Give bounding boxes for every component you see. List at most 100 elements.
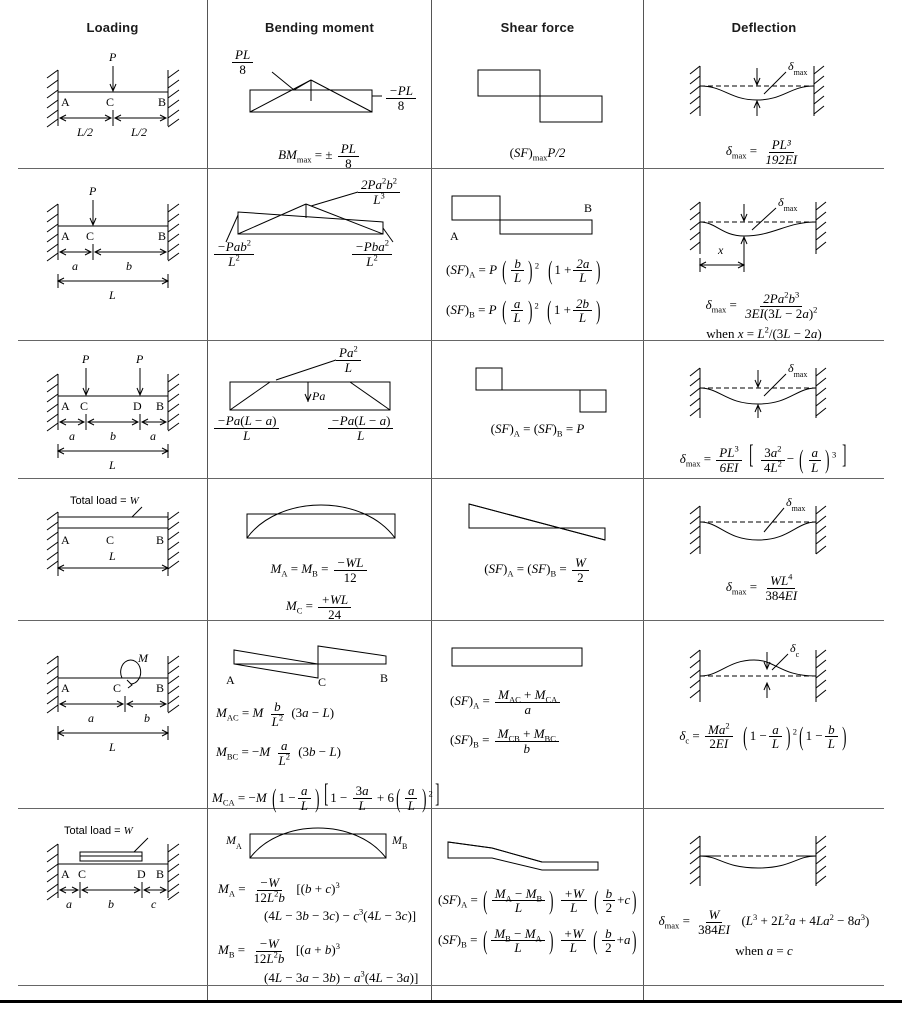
bending-moment-diagram-4 xyxy=(246,504,395,539)
fixed-support-left xyxy=(689,201,701,254)
row-2-bending-moment: 2Pa2b2 L3 −Pab2 L2 −Pba2 L2 xyxy=(208,176,431,268)
column-header-bending-moment: Bending moment xyxy=(265,20,374,35)
deflected-shape xyxy=(699,85,815,101)
dim-label-L: L xyxy=(108,288,116,302)
sf-caption-3: (SF)A = (SF)B = P xyxy=(490,421,585,439)
fixed-support-right xyxy=(815,201,827,254)
fixed-support-right xyxy=(815,505,827,555)
dim-label-L: L xyxy=(108,740,116,754)
fixed-support-right xyxy=(167,511,180,570)
dim-label-L: L xyxy=(108,458,116,472)
row-5-bending-moment: A C B MAC = M b L2 (3a − L) MBC = −M a L2 … xyxy=(208,632,439,814)
fixed-support-right xyxy=(813,65,825,116)
bm-label-C: C xyxy=(318,675,326,689)
deflection-diagram-5: δc xyxy=(689,641,827,702)
bm-label-A: A xyxy=(226,673,235,687)
row-2-deflection: δmax x δmax = 2Pa2b3 3EI(3L − 2a)2 when x… xyxy=(644,188,884,342)
fixed-support-left xyxy=(46,69,59,128)
fixed-support-right xyxy=(815,835,827,886)
bm-equation-1: BMmax = ± PL 8 xyxy=(278,142,361,170)
bm-label-MA: MA xyxy=(225,833,242,851)
node-label-A: A xyxy=(61,867,70,881)
sf-equation-5a: (SF)A = MAC + MCA a xyxy=(450,688,643,716)
row-divider-4 xyxy=(18,620,884,621)
deflected-shape xyxy=(699,855,817,869)
column-header-deflection: Deflection xyxy=(731,20,797,35)
row-2-loading: P A C B a b L xyxy=(18,182,207,307)
fixed-support-left xyxy=(46,203,59,262)
sf-equation-5b: (SF)B = MCB + MBC b xyxy=(450,727,643,755)
deflection-diagram-2: δmax x xyxy=(689,195,827,272)
fixed-support-left xyxy=(46,655,59,714)
deflection-marker-1: δmax xyxy=(788,59,807,77)
node-label-C: C xyxy=(86,229,94,243)
node-label-A: A xyxy=(61,229,70,243)
fixed-support-left xyxy=(689,649,701,702)
sf-equation-6b: (SF)B = (MB − MA L) +W L (b 2 + a) xyxy=(438,925,637,956)
node-label-C: C xyxy=(106,533,114,547)
sf-caption-1: ((SF)SF)maxP/2 xyxy=(509,145,566,163)
moment-label-M: M xyxy=(137,651,149,665)
deflection-equation-6: δmax = W 384EI (L3 + 2L2a + 4La2 − 8a3) xyxy=(658,907,870,937)
bm-equation-4a: MA = MB = −WL 12 xyxy=(270,556,368,584)
bm-equation-6a-cont: (4L − 3b − 3c) − c3(4L − 3c)] xyxy=(264,906,417,924)
deflection-equation-3: δmax = PL3 6EI [ 3a2 4L2− (a L) 3 ] xyxy=(679,440,847,475)
bm-equation-6b: MB = −W 12L2b [(a + b)3 xyxy=(218,936,340,966)
node-label-B: B xyxy=(156,681,164,695)
deflection-equation-4: δmax = WL4 384EI xyxy=(725,571,798,603)
bm-equation-5a: MAC = M b L2 (3a − L) xyxy=(216,699,335,729)
deflection-diagram-3: δmax xyxy=(689,361,827,418)
node-label-B: B xyxy=(156,867,164,881)
bm-equation-6b-cont: (4L − 3a − 3b) − a3(4L − 3a)] xyxy=(264,968,419,985)
bm-label-B: B xyxy=(380,671,388,685)
dim-label-right: L/2 xyxy=(130,125,147,139)
dim-label-a: a xyxy=(66,897,72,911)
fixed-support-left xyxy=(46,843,59,901)
row-3-loading: P P A C D B a b a L xyxy=(18,352,207,472)
fixed-support-left xyxy=(689,367,701,418)
dim-label-b: b xyxy=(126,259,132,273)
shear-force-diagram-1 xyxy=(477,69,602,123)
fixed-support-right xyxy=(167,69,180,128)
row-3-shear-force: (SF)A = (SF)B = P xyxy=(432,362,643,439)
fixed-support-right xyxy=(815,649,827,702)
beam-formula-table: Loading Bending moment Shear force Defle… xyxy=(0,0,902,1010)
node-label-C: C xyxy=(113,681,121,695)
bm-equation-5b: MBC = −M a L2 (3b − L) xyxy=(216,738,341,768)
row-1-loading: P A C B L/2 L/2 xyxy=(18,48,207,158)
deflected-shape xyxy=(699,387,817,405)
row-3-deflection: δmax δmax = PL3 6EI [ 3a2 4L2− (a L) 3 ] xyxy=(644,356,884,475)
beam-diagram-eccentric-point-load: P A C B a b L xyxy=(46,184,180,302)
column-header-shear-force: Shear force xyxy=(500,20,575,35)
deflection-marker-4: δmax xyxy=(786,495,805,513)
fixed-support-right xyxy=(167,203,180,262)
node-label-A: A xyxy=(61,681,70,695)
beam-diagram-applied-moment: M A C B a b L xyxy=(46,651,180,754)
load-caption-6: Total load = W xyxy=(64,825,134,837)
dim-label-a: a xyxy=(72,259,78,273)
shear-force-diagram-6 xyxy=(447,841,599,871)
sf-equation-2a: (SF)A = P (b L) 2 (1 + 2a L) xyxy=(446,255,601,286)
bm-left-label-2: −Pab2 L2 xyxy=(212,238,256,268)
sf-equation-2b: (SF)B = P (a L) 2 (1 + 2b L) xyxy=(446,295,601,326)
load-caption-4: Total load = W xyxy=(70,495,140,507)
bm-peak-label-2: 2Pa2b2 L3 xyxy=(356,176,402,206)
column-header-loading: Loading xyxy=(86,20,139,35)
beam-diagram-two-point-loads: P P A C D B a b a L xyxy=(46,352,180,472)
dim-label-left: L/2 xyxy=(76,125,93,139)
node-label-D: D xyxy=(137,867,146,881)
fixed-support-right xyxy=(815,367,827,418)
fixed-support-right xyxy=(167,655,180,714)
row-5-shear-force: (SF)A = MAC + MCA a (SF)B = MCB + MBC b xyxy=(432,642,643,756)
row-6-deflection: δmax = W 384EI (L3 + 2L2a + 4La2 − 8a3) w… xyxy=(644,826,884,959)
node-label-A: A xyxy=(61,95,70,109)
deflected-shape xyxy=(699,521,817,541)
deflection-diagram-6 xyxy=(689,835,827,886)
row-6-bending-moment: MA MB MA = −W 12L2b [(b + c)3 (4L − 3b − … xyxy=(208,818,431,985)
sf-caption-4: (SF)A = (SF)B = W2 xyxy=(484,556,591,584)
shear-force-diagram-4 xyxy=(468,503,605,541)
sf-label-A: A xyxy=(450,229,459,243)
deflection-equation-1: δmax = PL³ 192EI xyxy=(725,137,798,167)
row-divider-3 xyxy=(18,478,884,479)
sf-equation-6a: (SF)A = (MA − MB L) +W L (b 2 + c) xyxy=(438,885,637,916)
